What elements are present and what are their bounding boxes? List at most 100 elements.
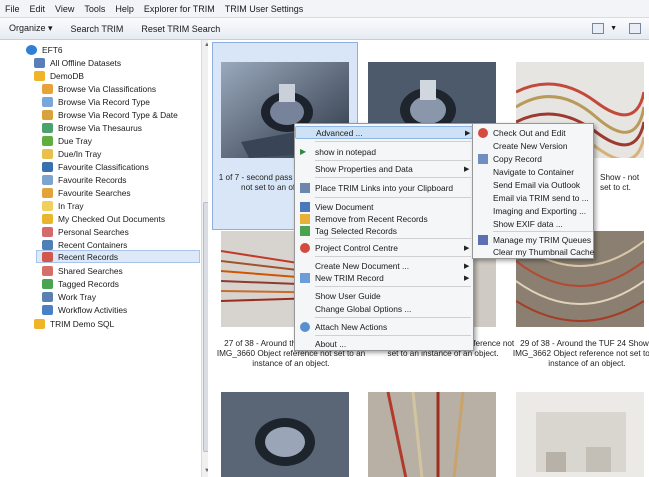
project-control-icon	[300, 242, 310, 253]
tree-node-label: Browse Via Thesaurus	[58, 122, 142, 133]
menu-item-advanced[interactable]: Advanced ... ▶	[295, 126, 473, 139]
workflow-icon	[42, 304, 53, 315]
menu-item-about[interactable]: About ...	[295, 337, 473, 350]
submenu-item-clear-thumbnail-cache[interactable]: Clear my Thumbnail Cache	[473, 245, 595, 258]
menu-trim-user-settings[interactable]: TRIM User Settings	[220, 4, 309, 14]
tree-node-recent-records[interactable]: Recent Records	[36, 250, 200, 263]
menu-separator	[493, 231, 593, 232]
tree-node-in-tray[interactable]: In Tray	[42, 199, 84, 212]
menu-item-label: Send Email via Outlook	[493, 179, 581, 190]
favourite-search-icon	[42, 187, 53, 198]
remove-icon	[300, 213, 310, 224]
view-options-icon[interactable]	[592, 23, 605, 34]
menu-edit[interactable]: Edit	[25, 4, 51, 14]
tree-node-personal-searches[interactable]: Personal Searches	[42, 225, 129, 238]
submenu-item-create-new-version[interactable]: Create New Version	[473, 139, 593, 152]
chevron-down-icon[interactable]: ▼	[610, 25, 617, 32]
submenu-item-imaging-exporting[interactable]: Imaging and Exporting ...	[473, 204, 593, 217]
tree-node-offline[interactable]: All Offline Datasets	[34, 56, 121, 69]
tree-node-work-tray[interactable]: Work Tray	[42, 290, 96, 303]
menu-item-show-user-guide[interactable]: Show User Guide	[295, 289, 473, 302]
advanced-submenu: Check Out and Edit Create New Version Co…	[472, 123, 594, 259]
tree-node-label: Favourite Searches	[58, 187, 131, 198]
tree-node-demodb[interactable]: DemoDB	[34, 69, 84, 82]
menu-bar: File Edit View Tools Help Explorer for T…	[0, 0, 649, 18]
menu-item-project-control-centre[interactable]: Project Control Centre ▶	[295, 241, 473, 254]
menu-explorer-for-trim[interactable]: Explorer for TRIM	[139, 4, 220, 14]
tree-node-favourite-searches[interactable]: Favourite Searches	[42, 186, 131, 199]
menu-view[interactable]: View	[50, 4, 79, 14]
submenu-item-email-via-trim[interactable]: Email via TRIM send to ...	[473, 191, 593, 204]
menu-item-label: Create New Version	[493, 140, 568, 151]
tree-node-browse-classifications[interactable]: Browse Via Classifications	[42, 82, 156, 95]
menu-item-show-properties[interactable]: Show Properties and Data ▶	[295, 162, 473, 175]
submenu-item-show-exif[interactable]: Show EXIF data ...	[473, 217, 593, 230]
queue-icon	[478, 234, 488, 245]
tree-node-label: Personal Searches	[58, 226, 129, 237]
tree-node-due-in-tray[interactable]: Due/In Tray	[42, 147, 101, 160]
menu-file[interactable]: File	[0, 4, 25, 14]
submenu-arrow-icon: ▶	[464, 274, 470, 282]
tree-node-favourite-records[interactable]: Favourite Records	[42, 173, 126, 186]
menu-item-show-in-notepad[interactable]: ▶ show in notepad	[295, 145, 473, 158]
menu-item-label: Create New Document ...	[315, 260, 410, 271]
record-thumbnail[interactable]	[368, 392, 496, 477]
menu-separator	[315, 197, 471, 198]
menu-item-label: Remove from Recent Records	[315, 213, 428, 224]
menu-tools[interactable]: Tools	[79, 4, 110, 14]
submenu-arrow-icon: ▶	[465, 129, 471, 137]
tree-node-label: Browse Via Classifications	[58, 83, 157, 94]
clipboard-icon	[300, 182, 310, 193]
menu-item-label: Place TRIM Links into your Clipboard	[315, 182, 454, 193]
tag-icon	[300, 225, 310, 236]
menu-item-label: New TRIM Record	[315, 272, 384, 283]
menu-item-tag-selected[interactable]: Tag Selected Records	[295, 224, 473, 237]
record-thumbnail[interactable]	[516, 392, 644, 477]
search-trim-button[interactable]: Search TRIM	[62, 24, 133, 34]
menu-item-label: About ...	[315, 338, 347, 349]
classification-icon	[42, 83, 53, 94]
tree-node-favourite-classifications[interactable]: Favourite Classifications	[42, 160, 149, 173]
menu-help[interactable]: Help	[110, 4, 139, 14]
tree-node-browse-thesaurus[interactable]: Browse Via Thesaurus	[42, 121, 142, 134]
menu-separator	[315, 256, 471, 257]
menu-item-place-links[interactable]: Place TRIM Links into your Clipboard	[295, 181, 473, 194]
tree-node-workflow-activities[interactable]: Workflow Activities	[42, 303, 127, 316]
organize-button[interactable]: Organize ▾	[0, 23, 62, 34]
submenu-item-send-email-outlook[interactable]: Send Email via Outlook	[473, 178, 593, 191]
menu-item-attach-new-actions[interactable]: Attach New Actions	[295, 320, 473, 333]
tree-node-label: Recent Containers	[58, 239, 128, 250]
tree-node-eft6[interactable]: EFT6	[26, 43, 62, 56]
tree-node-trim-demo-sql[interactable]: TRIM Demo SQL	[34, 317, 114, 330]
favourite-records-icon	[42, 174, 53, 185]
submenu-item-copy-record[interactable]: Copy Record	[473, 152, 593, 165]
navigation-tree: EFT6 All Offline Datasets DemoDB Browse …	[6, 40, 212, 477]
tree-node-browse-record-type-date[interactable]: Browse Via Record Type & Date	[42, 108, 178, 121]
menu-item-label: Show User Guide	[315, 290, 381, 301]
record-type-icon	[42, 96, 53, 107]
tree-node-tagged-records[interactable]: Tagged Records	[42, 277, 119, 290]
submenu-item-navigate-container[interactable]: Navigate to Container	[473, 165, 593, 178]
menu-item-change-global-options[interactable]: Change Global Options ...	[295, 302, 473, 315]
menu-item-label: Tag Selected Records	[315, 225, 397, 236]
tree-node-label: Favourite Records	[58, 174, 127, 185]
menu-item-new-trim-record[interactable]: New TRIM Record ▶	[295, 271, 473, 284]
menu-separator	[315, 177, 471, 178]
menu-item-label: Clear my Thumbnail Cache	[493, 246, 595, 257]
preview-pane-icon[interactable]	[629, 23, 641, 34]
play-icon: ▶	[300, 146, 307, 156]
tree-node-checked-out[interactable]: My Checked Out Documents	[42, 212, 165, 225]
checked-out-icon	[42, 213, 53, 224]
submenu-item-check-out-edit[interactable]: Check Out and Edit	[473, 126, 593, 139]
tree-node-browse-record-type[interactable]: Browse Via Record Type	[42, 95, 150, 108]
tree-node-shared-searches[interactable]: Shared Searches	[42, 264, 123, 277]
menu-item-label: Show EXIF data ...	[493, 218, 563, 229]
tree-node-due-tray[interactable]: Due Tray	[42, 134, 92, 147]
record-thumbnail[interactable]	[221, 392, 349, 477]
menu-item-label: Email via TRIM send to ...	[493, 192, 589, 203]
menu-item-label: Show Properties and Data	[315, 163, 413, 174]
reset-trim-search-button[interactable]: Reset TRIM Search	[132, 24, 229, 34]
view-document-icon	[300, 201, 310, 212]
tree-node-label: Browse Via Record Type	[58, 96, 150, 107]
globe-icon	[26, 44, 37, 55]
